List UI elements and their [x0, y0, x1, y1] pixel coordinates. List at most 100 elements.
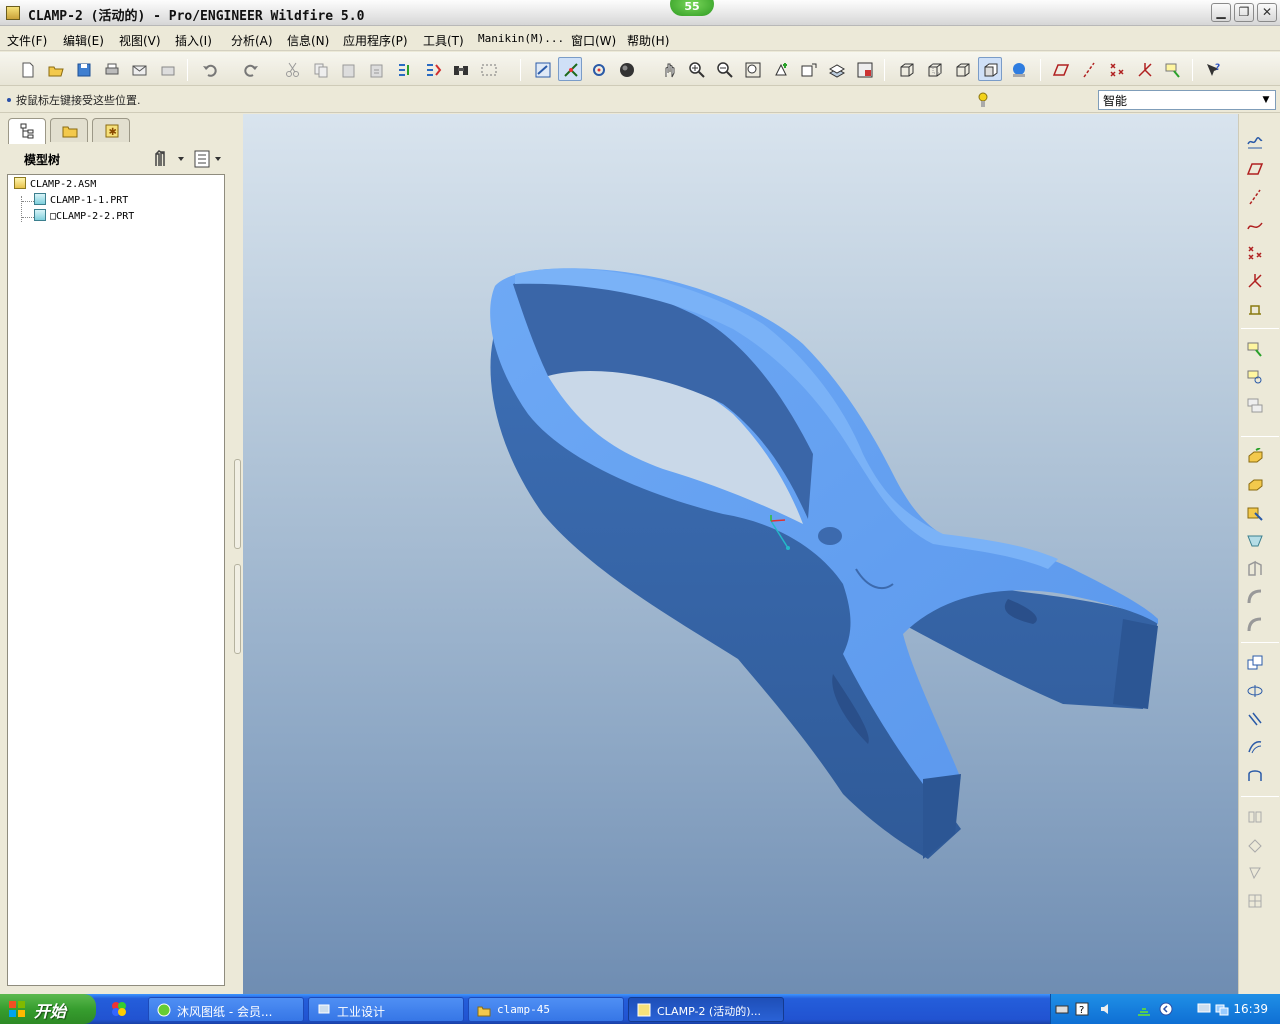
layers-icon[interactable]	[824, 57, 848, 81]
find-icon[interactable]	[448, 57, 472, 81]
trim-icon[interactable]	[1242, 832, 1268, 858]
copy-icon[interactable]	[308, 57, 332, 81]
reorient-icon[interactable]	[768, 57, 792, 81]
refit-icon[interactable]	[740, 57, 764, 81]
tree-settings-button[interactable]	[152, 148, 186, 170]
menu-info[interactable]: 信息(N)	[287, 32, 329, 49]
cut-icon[interactable]	[280, 57, 304, 81]
rib-icon[interactable]	[1242, 584, 1268, 610]
email-link-icon[interactable]	[155, 57, 179, 81]
network-icon[interactable]	[1137, 1002, 1151, 1016]
taskbar-item-browser[interactable]: 沐风图纸 - 会员...	[148, 997, 304, 1022]
minimize-button[interactable]: ▁	[1211, 3, 1231, 22]
chevron-down-icon[interactable]: ▼	[1259, 93, 1273, 107]
restore-button[interactable]: ❐	[1234, 3, 1254, 22]
chamfer-icon[interactable]	[1242, 678, 1268, 704]
taskbar-item-proe[interactable]: CLAMP-2 (活动的)...	[628, 997, 784, 1022]
menu-window[interactable]: 窗口(W)	[571, 32, 616, 49]
menu-tools[interactable]: 工具(T)	[423, 32, 464, 49]
component-operations-icon[interactable]	[1242, 392, 1268, 418]
regenerate-icon[interactable]	[392, 57, 416, 81]
print-icon[interactable]	[99, 57, 123, 81]
undo-icon[interactable]	[197, 57, 221, 81]
selection-filter-dropdown[interactable]: 智能 ▼	[1098, 90, 1276, 110]
orient-mode-icon[interactable]	[586, 57, 610, 81]
datum-plane-icon[interactable]	[1242, 156, 1268, 182]
zoom-out-icon[interactable]	[712, 57, 736, 81]
datum-plane-display-icon[interactable]	[1048, 57, 1072, 81]
email-icon[interactable]	[127, 57, 151, 81]
analysis-feature-icon[interactable]	[1242, 296, 1268, 322]
new-file-icon[interactable]	[15, 57, 39, 81]
hidden-line-icon[interactable]	[922, 57, 946, 81]
taskbar-item-industrial-design[interactable]: 工业设计	[308, 997, 464, 1022]
revolve-icon[interactable]	[1242, 472, 1268, 498]
menu-edit[interactable]: 编辑(E)	[63, 32, 104, 49]
shaded-icon[interactable]	[978, 57, 1002, 81]
display-icon[interactable]	[1197, 1002, 1211, 1016]
round-icon[interactable]	[1242, 650, 1268, 676]
no-hidden-icon[interactable]	[950, 57, 974, 81]
view-manager-icon[interactable]	[852, 57, 876, 81]
tree-item-assembly[interactable]: CLAMP-2.ASM	[14, 177, 96, 193]
boundary-blend-icon[interactable]	[1242, 762, 1268, 788]
datum-axis-icon[interactable]	[1242, 184, 1268, 210]
tree-item-part[interactable]: CLAMP-1-1.PRT	[34, 193, 128, 209]
sweep-icon[interactable]	[1242, 500, 1268, 526]
tab-model-tree[interactable]	[8, 118, 46, 144]
offset-icon[interactable]	[1242, 888, 1268, 914]
paste-icon[interactable]	[336, 57, 360, 81]
tray-collapse-icon[interactable]	[1159, 1002, 1173, 1016]
appearance-icon[interactable]	[1006, 57, 1030, 81]
tab-favorites[interactable]: ✱	[92, 118, 130, 142]
menu-file[interactable]: 文件(F)	[7, 32, 47, 49]
mirror-icon[interactable]	[1242, 734, 1268, 760]
shading-icon[interactable]	[614, 57, 638, 81]
expand-handle[interactable]	[234, 564, 241, 654]
datum-point-display-icon[interactable]	[1104, 57, 1128, 81]
datum-axis-display-icon[interactable]	[1076, 57, 1100, 81]
select-box-icon[interactable]	[476, 57, 500, 81]
quick-launch-icon[interactable]	[110, 1000, 128, 1018]
menu-applications[interactable]: 应用程序(P)	[343, 32, 408, 49]
wireframe-icon[interactable]	[894, 57, 918, 81]
context-help-icon[interactable]: ?	[1200, 57, 1224, 81]
extrude-icon[interactable]	[1242, 444, 1268, 470]
keyboard-icon[interactable]	[1055, 1002, 1069, 1016]
csys-display-icon[interactable]	[1132, 57, 1156, 81]
redo-icon[interactable]	[238, 57, 262, 81]
datum-curve-icon[interactable]	[1242, 212, 1268, 238]
save-icon[interactable]	[71, 57, 95, 81]
zoom-in-icon[interactable]	[684, 57, 708, 81]
help-icon[interactable]: ?	[1075, 1002, 1089, 1016]
menu-help[interactable]: 帮助(H)	[627, 32, 669, 49]
collapse-handle[interactable]	[234, 459, 241, 549]
menu-insert[interactable]: 插入(I)	[175, 32, 212, 49]
pattern-icon[interactable]	[1242, 706, 1268, 732]
model-tree[interactable]: CLAMP-2.ASM CLAMP-1-1.PRT □CLAMP-2-2.PRT	[7, 174, 225, 986]
repaint-icon[interactable]	[530, 57, 554, 81]
tab-folder-browser[interactable]	[50, 118, 88, 142]
notification-badge[interactable]: 55	[670, 0, 714, 16]
tree-item-part[interactable]: □CLAMP-2-2.PRT	[34, 209, 134, 225]
tree-show-button[interactable]	[192, 148, 226, 170]
pan-icon[interactable]	[656, 57, 680, 81]
sketch-curve-icon[interactable]	[1242, 128, 1268, 154]
start-button[interactable]: 开始	[0, 994, 96, 1024]
saved-views-icon[interactable]	[796, 57, 820, 81]
datum-point-icon[interactable]	[1242, 240, 1268, 266]
assemble-component-icon[interactable]	[1242, 336, 1268, 362]
volume-icon[interactable]	[1099, 1002, 1113, 1016]
hole-icon[interactable]	[1242, 528, 1268, 554]
menu-analysis[interactable]: 分析(A)	[231, 32, 273, 49]
spin-center-icon[interactable]	[558, 57, 582, 81]
close-button[interactable]: ✕	[1257, 3, 1277, 22]
open-folder-icon[interactable]	[43, 57, 67, 81]
connection-icon[interactable]	[1215, 1002, 1229, 1016]
draft-icon[interactable]	[1242, 612, 1268, 638]
regen-manager-icon[interactable]	[420, 57, 444, 81]
csys-icon[interactable]	[1242, 268, 1268, 294]
menu-view[interactable]: 视图(V)	[119, 32, 161, 49]
paste-special-icon[interactable]	[364, 57, 388, 81]
clamp-model-3d[interactable]	[243, 114, 1238, 994]
